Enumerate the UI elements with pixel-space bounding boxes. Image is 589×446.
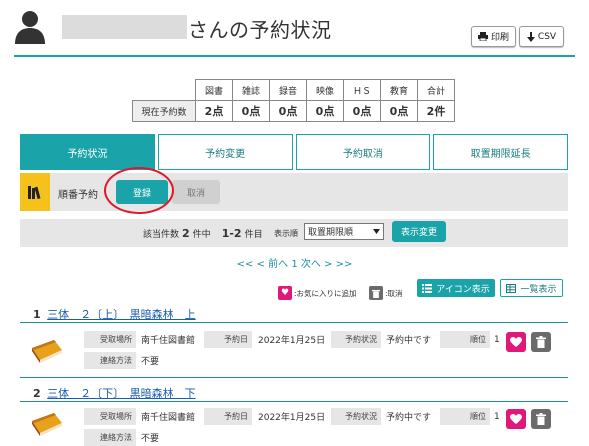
trash-icon: [536, 413, 546, 425]
heart-plus-icon: ♥: [278, 286, 292, 300]
reserved-date-value: 2022年1月25日: [258, 413, 326, 423]
tab-extend-hold[interactable]: 取置期限延長: [433, 134, 568, 170]
count-header: 合計: [417, 79, 455, 101]
book-icon: [32, 340, 62, 363]
user-icon: [15, 11, 45, 44]
list-view-label: 一覧表示: [520, 284, 557, 295]
list-view-button[interactable]: 一覧表示: [500, 279, 563, 297]
trash-icon: [369, 286, 383, 300]
tab-bar: 予約状況 予約変更 予約取消 取置期限延長: [20, 134, 568, 170]
count-header: 映像: [306, 79, 344, 101]
rank-value: 1: [494, 411, 500, 422]
order-label: 表示順: [274, 229, 298, 238]
item-title: 1 三体 ２〔上〕 黒暗森林 上: [33, 306, 196, 322]
reservation-count-table: 図書 雑誌 録音 映像 ＨＳ 教育 合計 現在予約数 2点 0点 0点 0点 0…: [132, 79, 455, 122]
item-title-link[interactable]: 三体 ２〔下〕 黒暗森林 下: [47, 387, 196, 400]
change-display-button[interactable]: 表示変更: [392, 221, 446, 242]
favorite-legend: ♥ :お気に入りに追加: [278, 286, 357, 300]
count-row-label: 現在予約数: [132, 100, 196, 122]
count-header: ＨＳ: [343, 79, 381, 101]
pickup-label: 受取場所: [84, 408, 136, 425]
chevron-down-icon: [373, 229, 380, 234]
tab-status[interactable]: 予約状況: [20, 134, 155, 170]
add-favorite-button[interactable]: [506, 409, 526, 429]
count-value: 0点: [306, 100, 344, 122]
favorite-legend-text: :お気に入りに追加: [294, 288, 357, 298]
tab-change[interactable]: 予約変更: [157, 134, 293, 170]
item-divider: [20, 401, 568, 402]
reserved-date-label: 予約日: [204, 408, 252, 425]
hits-suffix: 件中: [192, 230, 211, 240]
contact-value: 不要: [141, 357, 160, 367]
count-value: 0点: [380, 100, 418, 122]
sequential-reservation-label: 順番予約: [58, 190, 98, 201]
hits-range: 1-2: [221, 227, 242, 240]
status-label: 予約状況: [331, 331, 381, 348]
range-suffix: 件目: [244, 230, 263, 240]
pickup-value: 南千住図書館: [141, 413, 196, 423]
header-divider: [14, 55, 575, 57]
delete-legend-text: :取消: [385, 288, 403, 298]
pager[interactable]: << < 前へ 1 次へ > >>: [0, 255, 589, 270]
icon-view-label: アイコン表示: [436, 284, 490, 295]
user-name-redacted: [62, 15, 187, 39]
download-arrow-icon: [526, 31, 535, 42]
count-value: 2件: [417, 100, 455, 122]
add-favorite-button[interactable]: [506, 332, 526, 352]
hits-count: 2: [182, 227, 190, 240]
contact-label: 連絡方法: [84, 429, 136, 446]
cancel-button[interactable]: 取消: [172, 180, 220, 204]
item-title-link[interactable]: 三体 ２〔上〕 黒暗森林 上: [47, 308, 196, 321]
contact-value: 不要: [141, 434, 160, 444]
reserved-date-value: 2022年1月25日: [258, 336, 326, 346]
list-icon: [422, 283, 433, 293]
books-icon: [20, 173, 50, 211]
pickup-value: 南千住図書館: [141, 336, 196, 346]
heart-plus-icon: [510, 336, 522, 347]
csv-button[interactable]: CSV: [519, 26, 564, 47]
highlight-circle: [104, 167, 174, 214]
count-header: 録音: [269, 79, 307, 101]
printer-icon: [477, 32, 488, 41]
icon-view-button[interactable]: アイコン表示: [417, 279, 495, 297]
item-title: 2 三体 ２〔下〕 黒暗森林 下: [33, 385, 196, 401]
delete-button[interactable]: [531, 409, 551, 429]
count-header: 図書: [195, 79, 233, 101]
item-number: 1: [33, 308, 41, 321]
heart-plus-icon: [510, 413, 522, 424]
delete-button[interactable]: [531, 332, 551, 352]
contact-label: 連絡方法: [84, 352, 136, 369]
item-divider: [20, 322, 568, 323]
count-header: 雑誌: [232, 79, 270, 101]
table-icon: [506, 283, 517, 293]
reserved-date-label: 予約日: [204, 331, 252, 348]
count-value: 0点: [269, 100, 307, 122]
item-separator: [20, 377, 568, 378]
sequential-reservation-bar: [20, 173, 568, 211]
count-value: 2点: [195, 100, 233, 122]
trash-icon: [536, 336, 546, 348]
count-value: 0点: [232, 100, 270, 122]
print-label: 印刷: [490, 33, 509, 43]
rank-label: 順位: [440, 408, 490, 425]
rank-value: 1: [494, 334, 500, 345]
print-button[interactable]: 印刷: [471, 26, 516, 47]
item-number: 2: [33, 387, 41, 400]
status-value: 予約中です: [386, 413, 432, 423]
count-header: 教育: [380, 79, 418, 101]
pickup-label: 受取場所: [84, 331, 136, 348]
rank-label: 順位: [440, 331, 490, 348]
sort-order-select[interactable]: 取置期限順: [304, 223, 384, 240]
sort-order-value: 取置期限順: [308, 228, 354, 238]
status-value: 予約中です: [386, 336, 432, 346]
book-icon: [32, 413, 62, 436]
page-title: さんの予約状況: [188, 18, 332, 42]
hit-count: 該当件数 2 件中 1-2 件目: [143, 227, 263, 240]
hits-prefix: 該当件数: [143, 230, 180, 240]
tab-cancel[interactable]: 予約取消: [295, 134, 431, 170]
csv-label: CSV: [537, 31, 557, 42]
status-label: 予約状況: [331, 408, 381, 425]
delete-legend: :取消: [369, 286, 403, 300]
count-value: 0点: [343, 100, 381, 122]
